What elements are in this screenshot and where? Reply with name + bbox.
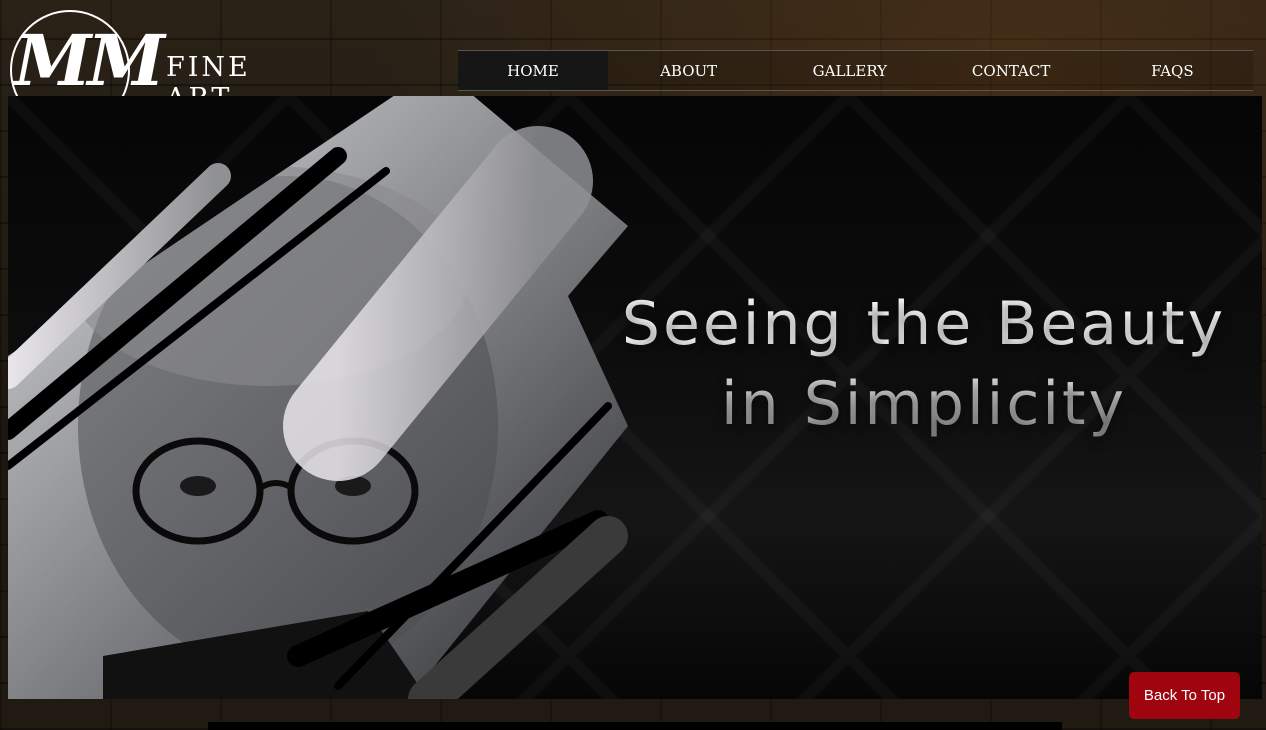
back-to-top-button[interactable]: Back To Top xyxy=(1129,672,1240,719)
nav-about[interactable]: ABOUT xyxy=(608,51,769,90)
nav-faqs[interactable]: FAQS xyxy=(1092,51,1253,90)
hero-headline-line1: Seeing the Beauty xyxy=(621,289,1227,359)
main-nav: HOME ABOUT GALLERY CONTACT FAQS xyxy=(458,50,1253,91)
hero-headline-line2: in Simplicity xyxy=(720,369,1128,439)
nav-gallery[interactable]: GALLERY xyxy=(769,51,930,90)
logo-monogram: MM xyxy=(14,19,165,102)
hero-headline: Seeing the Beauty in Simplicity xyxy=(614,284,1234,444)
content-bar xyxy=(208,722,1062,730)
nav-contact[interactable]: CONTACT xyxy=(931,51,1092,90)
nav-home[interactable]: HOME xyxy=(458,51,608,90)
hero-banner: Seeing the Beauty in Simplicity xyxy=(8,96,1262,699)
